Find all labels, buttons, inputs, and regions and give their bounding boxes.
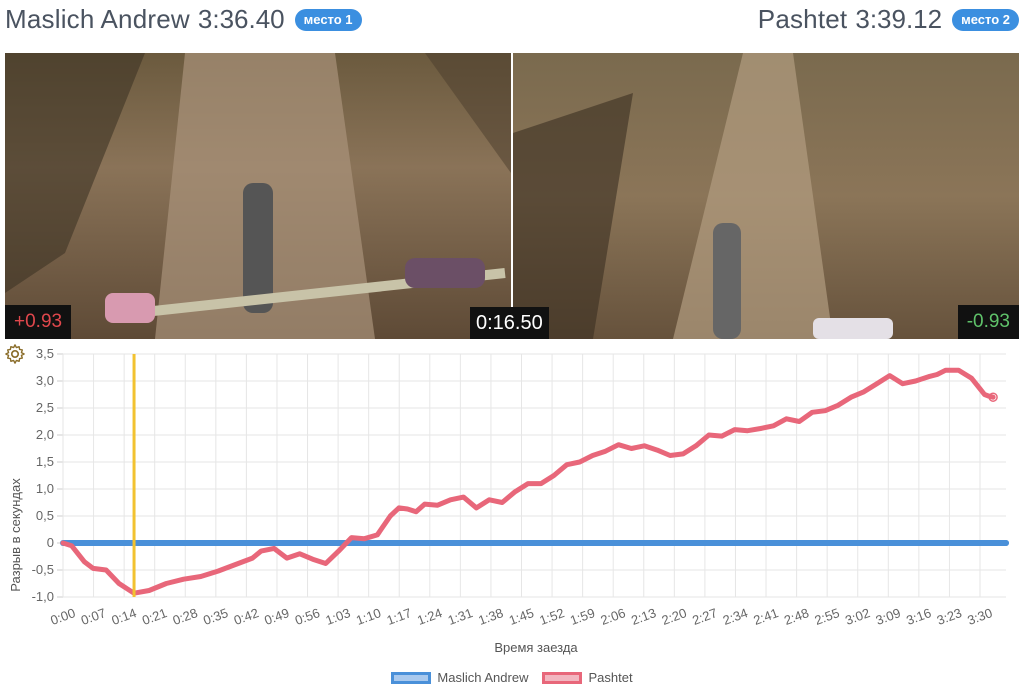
series-line-2 — [60, 367, 996, 596]
x-tick-label: 2:48 — [782, 605, 811, 628]
y-tick-label: 0,5 — [36, 508, 54, 523]
race-header: Maslich Andrew 3:36.40 место 1 Pashtet 3… — [0, 0, 1024, 44]
y-tick-label: 3,5 — [36, 346, 54, 361]
legend-item-pashtet[interactable]: Pashtet — [542, 670, 633, 685]
x-tick-label: 2:06 — [599, 605, 628, 628]
video-right[interactable]: -0.93 — [513, 53, 1019, 339]
y-axis-title: Разрыв в секундах — [8, 478, 23, 592]
video-right-frame — [513, 53, 1019, 339]
x-axis-ticks: 0:00 0:07 0:14 0:21 0:28 0:35 0:42 0:49 0:56 1:03… — [48, 605, 994, 628]
x-tick-label: 0:49 — [262, 605, 291, 628]
place-badge-left: место 1 — [294, 8, 362, 31]
y-tick-label: 2,5 — [36, 400, 54, 415]
legend-label-maslich: Maslich Andrew — [437, 670, 529, 685]
chart-legend: Maslich Andrew Pashtet — [0, 670, 1024, 685]
x-tick-label: 2:20 — [660, 605, 689, 628]
x-tick-label: 1:52 — [537, 605, 566, 628]
legend-swatch-pashtet — [542, 671, 583, 684]
delta-right: -0.93 — [957, 305, 1019, 339]
x-tick-label: 0:07 — [79, 605, 108, 628]
x-tick-label: 2:34 — [721, 605, 750, 628]
rider-left-name: Maslich Andrew — [5, 4, 190, 34]
y-tick-label: 3,0 — [36, 373, 54, 388]
gap-chart: -1,0-0,500,51,01,52,02,53,03,5 0:00 0:07 0… — [8, 346, 1009, 655]
y-tick-label: 2,0 — [36, 427, 54, 442]
rider-right-name: Pashtet — [757, 4, 848, 34]
x-tick-label: 1:59 — [568, 605, 597, 628]
y-tick-label: 0 — [47, 535, 54, 550]
x-tick-label: 2:13 — [629, 605, 658, 628]
x-tick-label: 0:21 — [140, 605, 169, 628]
rider-right: Pashtet 3:39.12 место 2 — [758, 4, 1019, 35]
y-axis-ticks: -1,0 -0,5 0 0,5 1,0 1,5 2,0 2,5 3,0 3,5 — [32, 346, 54, 604]
x-tick-label: 1:10 — [354, 605, 383, 628]
x-tick-label: 0:35 — [201, 605, 230, 628]
x-tick-label: 1:38 — [476, 605, 505, 628]
x-tick-label: 0:28 — [171, 605, 200, 628]
x-tick-label: 1:31 — [446, 605, 475, 628]
gear-icon[interactable] — [4, 343, 26, 365]
x-tick-label: 3:09 — [874, 605, 903, 628]
video-left[interactable]: +0.93 — [5, 53, 511, 339]
x-tick-label: 3:02 — [843, 605, 872, 628]
delta-left: +0.93 — [5, 305, 72, 339]
x-tick-label: 1:24 — [415, 605, 444, 628]
x-tick-label: 3:16 — [904, 605, 933, 628]
x-tick-label: 3:23 — [935, 605, 964, 628]
y-tick-label: 1,5 — [36, 454, 54, 469]
x-tick-label: 0:56 — [293, 605, 322, 628]
x-tick-label: 1:17 — [385, 605, 414, 628]
x-tick-label: 0:00 — [48, 605, 77, 628]
legend-label-pashtet: Pashtet — [588, 670, 633, 685]
x-tick-label: 2:27 — [690, 605, 719, 628]
legend-swatch-maslich — [391, 671, 432, 684]
x-tick-label: 2:41 — [751, 605, 780, 628]
y-tick-label: -0,5 — [32, 562, 54, 577]
video-left-frame — [5, 53, 511, 339]
rider-left: Maslich Andrew 3:36.40 место 1 — [5, 4, 362, 35]
x-tick-label: 2:55 — [813, 605, 842, 628]
y-tick-label: -1,0 — [32, 589, 54, 604]
x-tick-label: 0:14 — [110, 605, 139, 628]
rider-left-time: 3:36.40 — [197, 4, 285, 34]
legend-item-maslich[interactable]: Maslich Andrew — [391, 670, 528, 685]
y-tick-label: 1,0 — [36, 481, 54, 496]
x-axis-title: Время заезда — [494, 640, 578, 655]
rider-right-time: 3:39.12 — [855, 4, 943, 34]
x-tick-label: 0:42 — [232, 605, 261, 628]
series-end-point — [1003, 540, 1009, 546]
x-tick-label: 1:45 — [507, 605, 536, 628]
x-tick-label: 1:03 — [323, 605, 352, 628]
race-timer: 0:16.50 — [470, 307, 549, 339]
x-tick-label: 3:30 — [965, 605, 994, 628]
place-badge-right: место 2 — [952, 8, 1019, 31]
chart-series — [60, 367, 1009, 596]
